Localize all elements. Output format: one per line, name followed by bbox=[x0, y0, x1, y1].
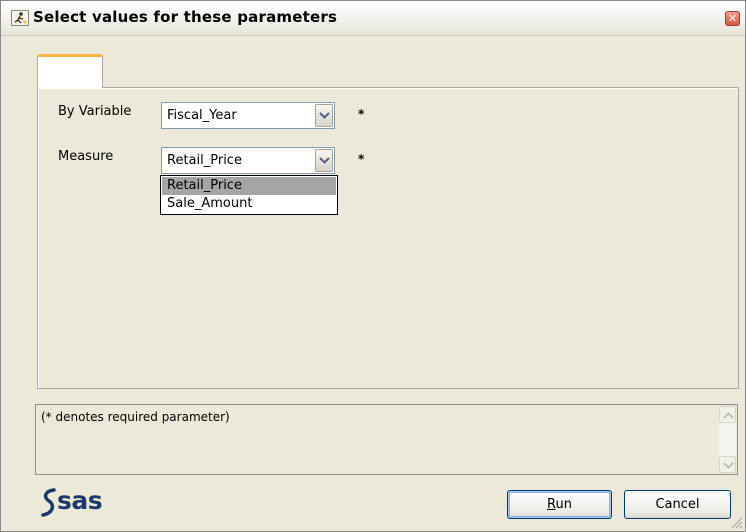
description-text: (* denotes required parameter) bbox=[41, 410, 230, 424]
sas-swoosh-icon bbox=[41, 488, 56, 517]
resize-grip-icon[interactable] bbox=[729, 515, 743, 529]
cancel-button[interactable]: Cancel bbox=[624, 490, 731, 519]
by-variable-select[interactable]: Fiscal_Year bbox=[161, 102, 335, 129]
parameters-panel bbox=[37, 87, 739, 389]
sas-logo: sas bbox=[39, 485, 139, 519]
chevron-up-icon bbox=[723, 412, 734, 419]
scroll-up-button[interactable] bbox=[719, 406, 736, 423]
description-box: (* denotes required parameter) bbox=[35, 404, 738, 475]
chevron-down-icon bbox=[723, 462, 734, 469]
chevron-down-icon bbox=[319, 157, 330, 164]
close-icon: ✕ bbox=[727, 12, 738, 25]
running-man-icon bbox=[11, 10, 29, 26]
sas-logo-text: sas bbox=[57, 486, 103, 515]
description-scrollbar[interactable] bbox=[719, 406, 736, 473]
run-button-label: un bbox=[555, 497, 572, 512]
tab-parameters[interactable] bbox=[37, 54, 103, 88]
cancel-button-label: Cancel bbox=[655, 497, 700, 512]
close-button[interactable]: ✕ bbox=[725, 11, 740, 26]
dialog-window: Select values for these parameters ✕ By … bbox=[0, 0, 746, 532]
measure-label: Measure bbox=[58, 149, 114, 164]
chevron-down-icon bbox=[319, 112, 330, 119]
measure-select[interactable]: Retail_Price bbox=[161, 147, 335, 174]
measure-value: Retail_Price bbox=[167, 153, 242, 168]
by-variable-dropdown-button[interactable] bbox=[315, 104, 333, 127]
window-title: Select values for these parameters bbox=[33, 8, 338, 26]
measure-dropdown-list: Retail_Price Sale_Amount bbox=[160, 175, 338, 215]
run-button[interactable]: Run bbox=[507, 490, 612, 519]
by-variable-value: Fiscal_Year bbox=[167, 108, 237, 123]
title-bar[interactable]: Select values for these parameters ✕ bbox=[1, 1, 745, 36]
by-variable-label: By Variable bbox=[58, 104, 132, 119]
measure-option-retail-price[interactable]: Retail_Price bbox=[162, 177, 336, 195]
measure-dropdown-button[interactable] bbox=[315, 149, 333, 172]
scroll-down-button[interactable] bbox=[719, 456, 736, 473]
measure-option-sale-amount[interactable]: Sale_Amount bbox=[162, 195, 336, 213]
measure-required-marker: * bbox=[358, 152, 365, 166]
by-variable-required-marker: * bbox=[358, 107, 365, 121]
